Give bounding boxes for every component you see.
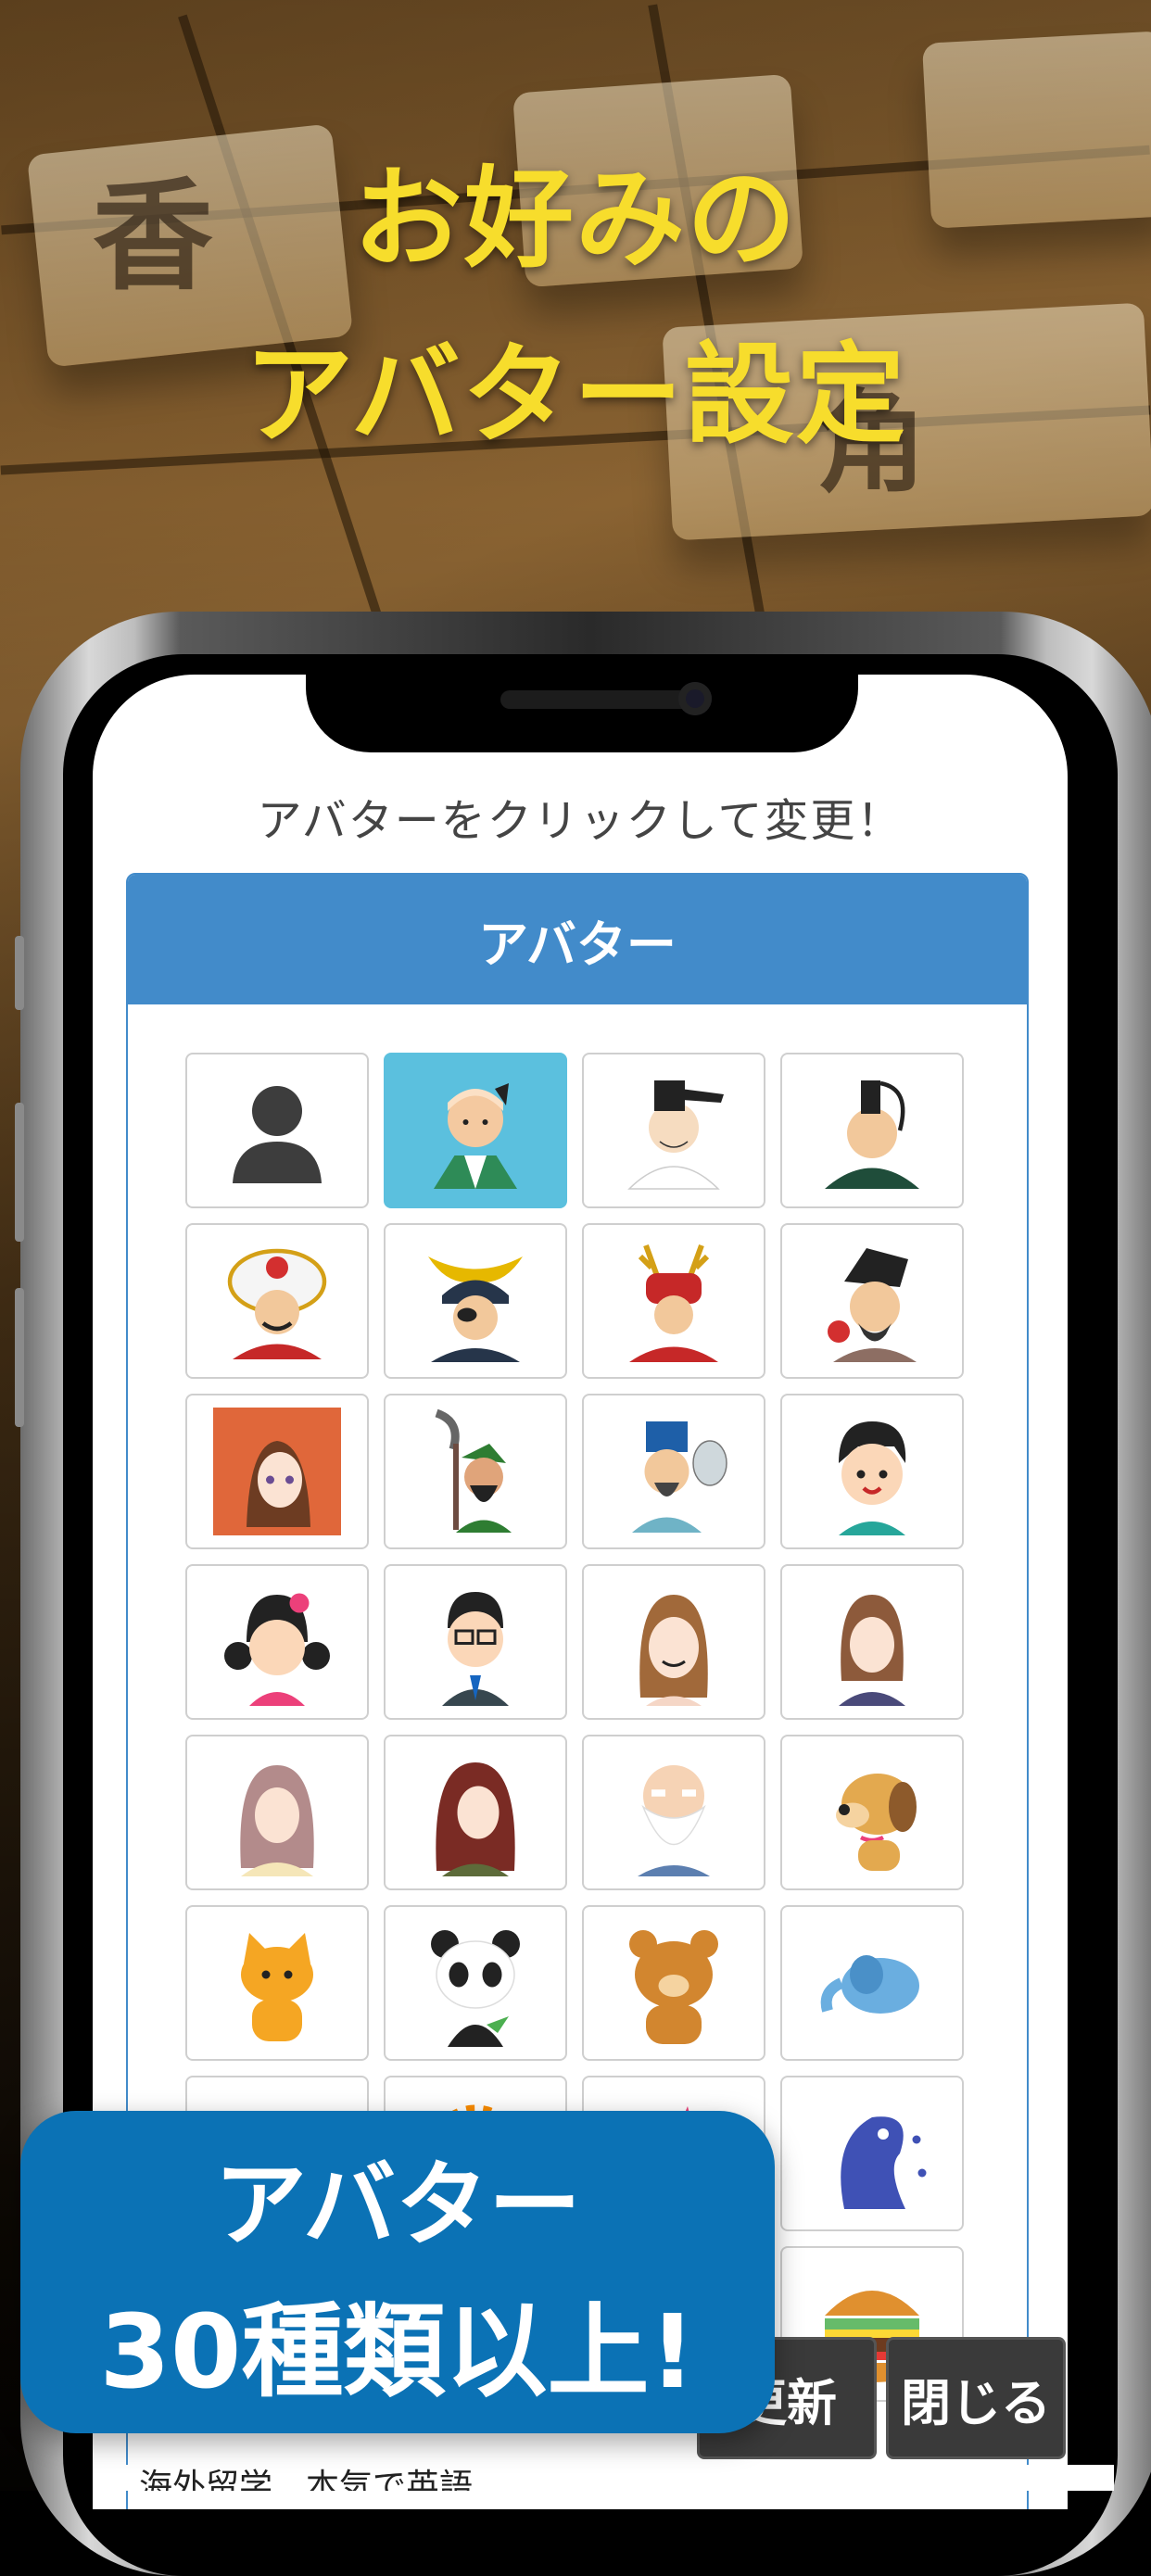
avatar-option[interactable] xyxy=(582,1905,765,2061)
cat-icon xyxy=(241,1933,313,2041)
promo-banner: アバター 30種類以上! xyxy=(20,2111,775,2433)
elephant-icon xyxy=(820,1955,919,2014)
zhuge-liang-icon xyxy=(632,1421,727,1533)
avatar-option[interactable] xyxy=(384,1905,567,2061)
avatar-option[interactable] xyxy=(185,1564,369,1720)
phone-camera xyxy=(678,682,712,715)
phone-speaker xyxy=(500,690,695,709)
avatar-option-selected[interactable] xyxy=(384,1053,567,1208)
avatar-option[interactable] xyxy=(384,1223,567,1379)
avatar-option[interactable] xyxy=(185,1394,369,1549)
avatar-option[interactable] xyxy=(582,1735,765,1890)
close-button[interactable]: 閉じる xyxy=(886,2337,1066,2459)
blue-dragon-icon xyxy=(841,2116,927,2209)
anime-office-lady-icon xyxy=(839,1595,905,1706)
avatar-option[interactable] xyxy=(780,1053,964,1208)
girl-flower-icon xyxy=(224,1593,330,1706)
default-silhouette-icon xyxy=(233,1086,322,1183)
prince-shotoku-icon xyxy=(828,1248,917,1362)
avatar-option[interactable] xyxy=(582,1564,765,1720)
old-sage-icon xyxy=(638,1765,710,1876)
headline-line-1: お好みの xyxy=(352,155,798,283)
avatar-option[interactable] xyxy=(582,1053,765,1208)
court-noble-icon xyxy=(627,1080,724,1190)
boy-icon xyxy=(839,1421,906,1535)
glasses-man-icon xyxy=(442,1592,509,1706)
avatar-option[interactable] xyxy=(185,1223,369,1379)
lion-helmet-samurai-icon xyxy=(227,1248,327,1359)
avatar-option[interactable] xyxy=(185,1735,369,1890)
anime-girl-redhead-icon xyxy=(436,1762,515,1876)
guan-yu-icon xyxy=(435,1408,512,1533)
tokugawa-icon xyxy=(825,1080,919,1189)
avatar-option[interactable] xyxy=(780,2076,964,2231)
red-armor-samurai-icon xyxy=(629,1244,718,1362)
date-masamune-icon xyxy=(428,1256,523,1362)
instruction-text: アバターをクリックして変更！ xyxy=(257,795,904,847)
phone-volume-up-button xyxy=(15,1103,24,1242)
banner-line-2: 30種類以上! xyxy=(99,2292,696,2411)
headline-line-2: アバター設定 xyxy=(244,331,907,459)
woman-brown-hair-icon xyxy=(639,1595,708,1706)
avatar-option[interactable] xyxy=(582,1223,765,1379)
dog-icon xyxy=(836,1774,917,1871)
phone-side-button xyxy=(15,936,24,1010)
avatar-option[interactable] xyxy=(384,1564,567,1720)
avatar-option[interactable] xyxy=(780,1223,964,1379)
avatar-option[interactable] xyxy=(185,1905,369,2061)
anime-girl-pink-icon xyxy=(240,1765,314,1876)
bear-icon xyxy=(629,1930,718,2044)
avatar-option[interactable] xyxy=(780,1735,964,1890)
panda-icon xyxy=(431,1930,520,2047)
ad-ticker[interactable]: 海外留学 本気で英語 xyxy=(93,2465,1114,2491)
avatar-option[interactable] xyxy=(185,1053,369,1208)
avatar-option[interactable] xyxy=(384,1394,567,1549)
avatar-option[interactable] xyxy=(384,1735,567,1890)
avatar-option[interactable] xyxy=(780,1564,964,1720)
banner-line-1: アバター xyxy=(214,2151,581,2259)
avatar-option[interactable] xyxy=(780,1905,964,2061)
anime-girl-red-icon xyxy=(213,1408,341,1535)
nobunaga-icon xyxy=(434,1083,517,1189)
avatar-option[interactable] xyxy=(582,1394,765,1549)
panel-title: アバター xyxy=(128,875,1027,1004)
avatar-option[interactable] xyxy=(780,1394,964,1549)
phone-volume-down-button xyxy=(15,1288,24,1427)
